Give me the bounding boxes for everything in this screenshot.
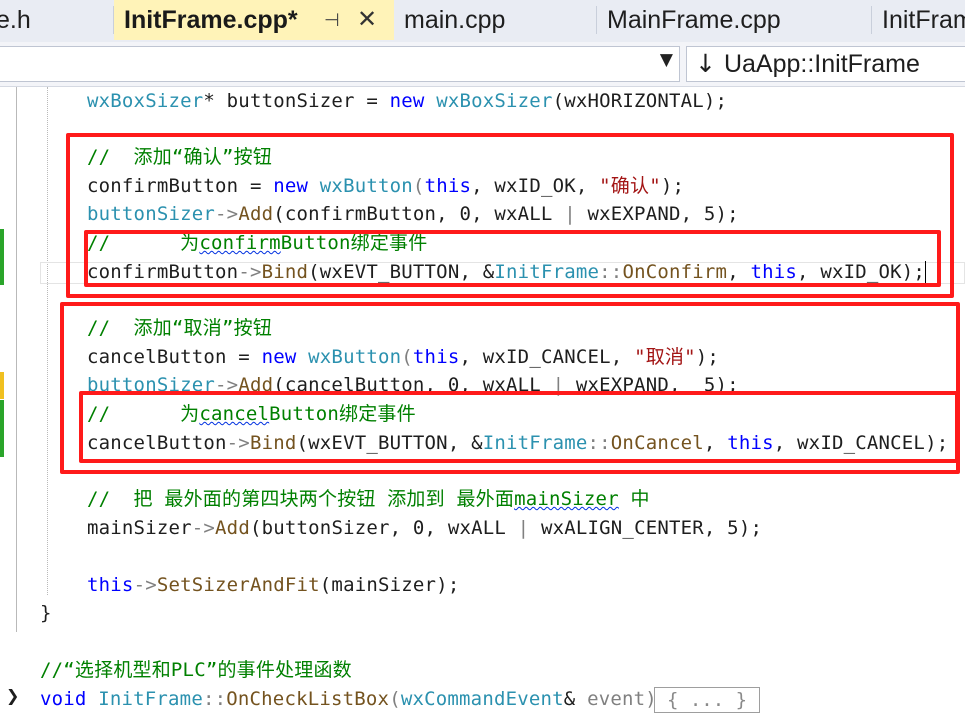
scope-dropdown[interactable]: ▼ (0, 46, 680, 82)
code-line: void InitFrame::OnCheckListBox(wxCommand… (40, 688, 657, 710)
tab-initframe-h[interactable]: InitFram (872, 0, 965, 40)
navigation-bar: ▼ ↓ UaApp::InitFrame (0, 42, 965, 87)
code-line: } (40, 602, 52, 624)
change-marker-unsaved (0, 372, 4, 399)
pin-tab-icon[interactable]: ⊣ (324, 0, 340, 40)
annotation-box-confirm-bind (84, 230, 941, 287)
tab-initframe-cpp[interactable]: InitFrame.cpp* ⊣ ✕ (114, 0, 394, 40)
tab-label: e.h (0, 6, 31, 34)
indent-guide (47, 87, 49, 595)
expand-outline-icon[interactable]: ❯ (6, 686, 19, 705)
code-comment: //“选择机型和PLC”的事件处理函数 (40, 659, 352, 681)
annotation-box-cancel-bind (79, 391, 959, 463)
code-line: mainSizer->Add(buttonSizer, 0, wxALL | w… (87, 517, 763, 539)
close-tab-icon[interactable]: ✕ (357, 0, 377, 40)
collapsed-region-badge[interactable]: { ... } (654, 687, 760, 713)
tab-e-h[interactable]: e.h (0, 0, 106, 40)
tab-label: InitFram (882, 6, 965, 34)
change-marker-saved (0, 229, 4, 285)
member-dropdown-value: UaApp::InitFrame (723, 50, 920, 78)
code-line: wxBoxSizer* buttonSizer = new wxBoxSizer… (87, 90, 728, 112)
outline-gutter-line (16, 87, 17, 632)
down-arrow-icon: ↓ (695, 49, 716, 78)
document-tab-bar: e.h InitFrame.cpp* ⊣ ✕ main.cpp MainFram… (0, 0, 965, 42)
code-comment: // 把 最外面的第四块两个按钮 添加到 最外面mainSizer 中 (87, 488, 650, 510)
code-line: this->SetSizerAndFit(mainSizer); (87, 574, 460, 596)
tab-label: InitFrame.cpp* (124, 6, 298, 34)
change-marker-saved (0, 400, 4, 457)
tab-label: MainFrame.cpp (607, 6, 781, 34)
tab-mainframe-cpp[interactable]: MainFrame.cpp (597, 0, 869, 40)
member-dropdown[interactable]: ↓ UaApp::InitFrame (686, 46, 965, 82)
tab-label: main.cpp (404, 6, 506, 34)
dropdown-arrow-icon[interactable]: ▼ (660, 50, 673, 70)
tab-main-cpp[interactable]: main.cpp (394, 0, 594, 40)
